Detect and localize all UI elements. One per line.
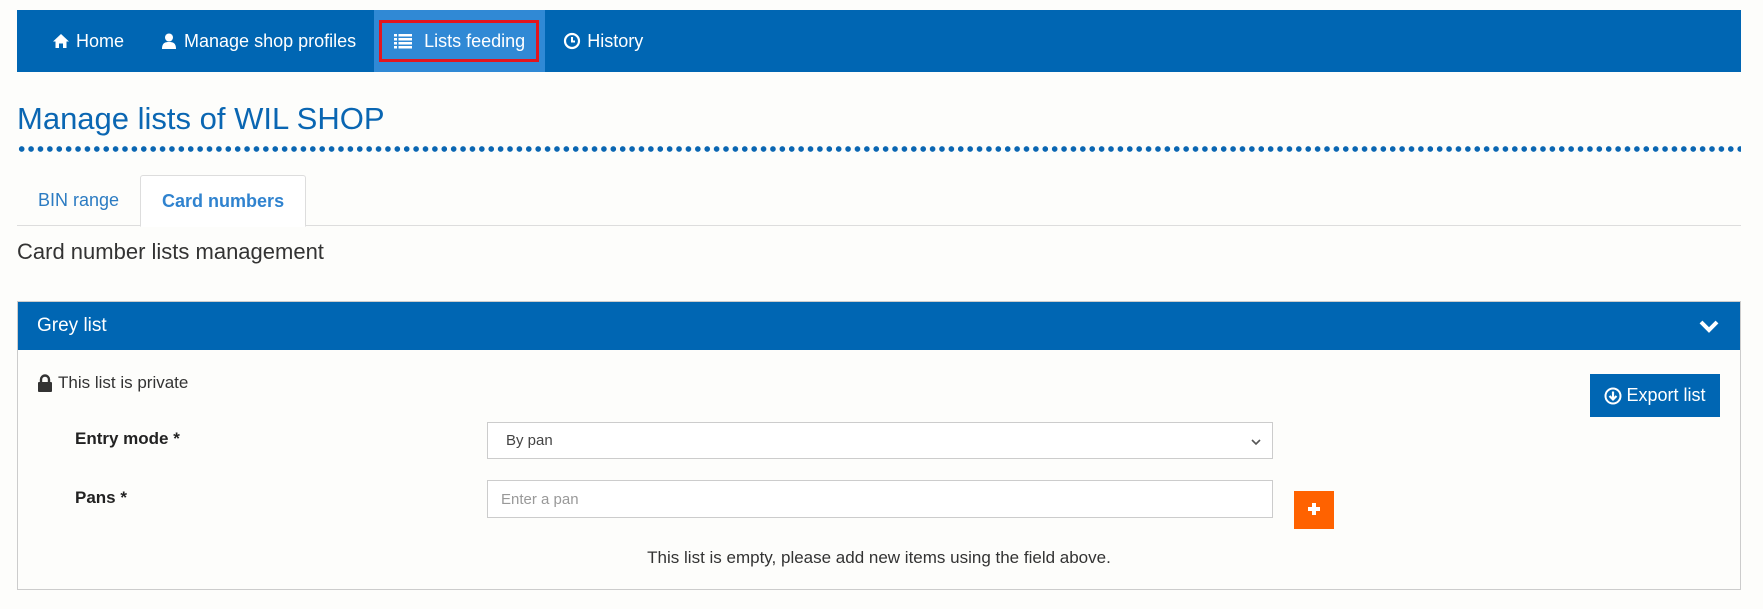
nav-item-lists-feeding[interactable]: Lists feeding [374,10,546,72]
home-icon [52,32,70,50]
download-circle-icon [1604,387,1622,405]
nav-label: Lists feeding [424,30,526,51]
tab-card-numbers[interactable]: Card numbers [140,175,307,227]
chevron-down-icon [1250,435,1262,447]
plus-icon [1307,502,1321,519]
tab-bar: BIN range Card numbers [17,175,1741,227]
panel-header[interactable]: Grey list [18,302,1740,350]
chevron-down-icon[interactable] [1698,316,1720,336]
page-title: Manage lists of WIL SHOP [17,101,385,136]
grey-list-panel: Grey list This list is private Export li… [17,301,1741,590]
list-icon [394,32,413,50]
pans-label: Pans * [75,488,127,507]
add-pan-button[interactable] [1294,491,1334,529]
export-label: Export list [1626,385,1706,405]
dotted-divider [17,146,1741,152]
entry-mode-label: Entry mode * [75,429,180,448]
top-nav: Home Manage shop profiles Lists feeding … [17,10,1741,72]
pan-input[interactable] [487,480,1273,518]
export-list-button[interactable]: Export list [1590,374,1720,417]
tab-bin-range[interactable]: BIN range [17,175,140,226]
user-icon [160,32,178,50]
nav-item-manage-shop-profiles[interactable]: Manage shop profiles [142,10,374,72]
section-subtitle: Card number lists management [17,239,324,264]
lock-icon [37,374,53,392]
nav-label: Manage shop profiles [184,30,357,51]
nav-item-home[interactable]: Home [52,10,142,72]
empty-list-message: This list is empty, please add new items… [647,548,1111,567]
entry-mode-select[interactable]: By pan [487,422,1273,459]
nav-item-history[interactable]: History [545,10,661,72]
clock-icon [563,32,581,50]
privacy-text: This list is private [58,373,189,392]
nav-label: History [587,30,644,51]
nav-label: Home [76,30,125,51]
privacy-status: This list is private [37,373,188,393]
entry-mode-value: By pan [506,432,553,449]
panel-title: Grey list [37,315,107,336]
